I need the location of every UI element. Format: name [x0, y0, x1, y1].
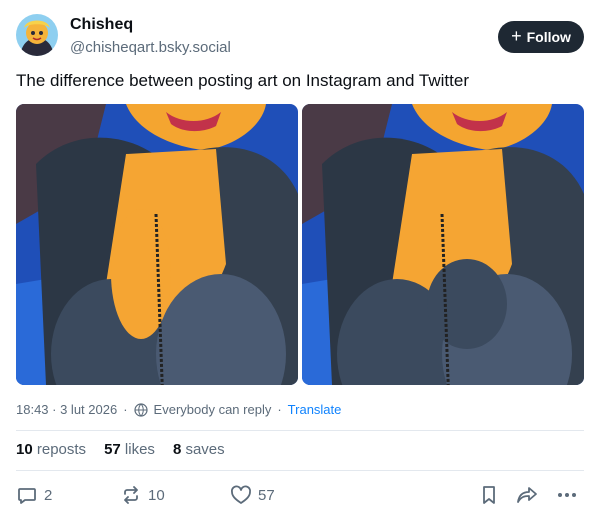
heart-icon — [231, 485, 251, 504]
post-images — [16, 104, 584, 385]
author-name[interactable]: Chisheq — [70, 16, 133, 34]
repost-count: 10 — [148, 486, 165, 504]
reply-icon — [18, 488, 36, 504]
post-stats: 10 reposts 57 likes 8 saves — [16, 441, 225, 458]
like-count: 57 — [258, 486, 275, 504]
meta-separator: · — [123, 402, 128, 417]
reposts-stat[interactable]: 10 reposts — [16, 441, 86, 458]
plus-icon: + — [511, 26, 522, 46]
divider-bottom — [16, 470, 584, 471]
post-image-2[interactable] — [302, 104, 584, 385]
post-meta: 18:43 · 3 lut 2026 · Everybody can reply… — [16, 402, 341, 417]
like-button[interactable]: 57 — [230, 484, 275, 506]
likes-stat[interactable]: 57 likes — [104, 441, 155, 458]
author-avatar[interactable] — [16, 14, 58, 56]
translate-link[interactable]: Translate — [288, 402, 342, 417]
post-image-1[interactable] — [16, 104, 298, 385]
follow-label: Follow — [526, 29, 571, 45]
bookmark-button[interactable] — [478, 484, 500, 506]
share-button[interactable] — [516, 484, 538, 506]
divider-top — [16, 430, 584, 431]
repost-button[interactable]: 10 — [120, 484, 165, 506]
post-timestamp[interactable]: 18:43 · 3 lut 2026 — [16, 402, 117, 417]
post-text: The difference between posting art on In… — [16, 71, 469, 90]
reply-setting[interactable]: Everybody can reply — [154, 402, 272, 417]
share-icon — [517, 487, 537, 503]
reply-count: 2 — [44, 486, 53, 504]
bookmark-icon — [483, 486, 495, 504]
follow-button[interactable]: + Follow — [498, 21, 584, 53]
action-bar: 2 10 57 — [16, 484, 584, 508]
repost-icon — [124, 486, 138, 504]
meta-separator-2: · — [277, 402, 282, 417]
more-options-button[interactable] — [556, 484, 578, 506]
author-handle[interactable]: @chisheqart.bsky.social — [70, 39, 231, 56]
saves-stat[interactable]: 8 saves — [173, 441, 225, 458]
more-icon — [558, 493, 576, 497]
globe-icon — [133, 402, 148, 417]
reply-button[interactable]: 2 — [16, 484, 52, 506]
